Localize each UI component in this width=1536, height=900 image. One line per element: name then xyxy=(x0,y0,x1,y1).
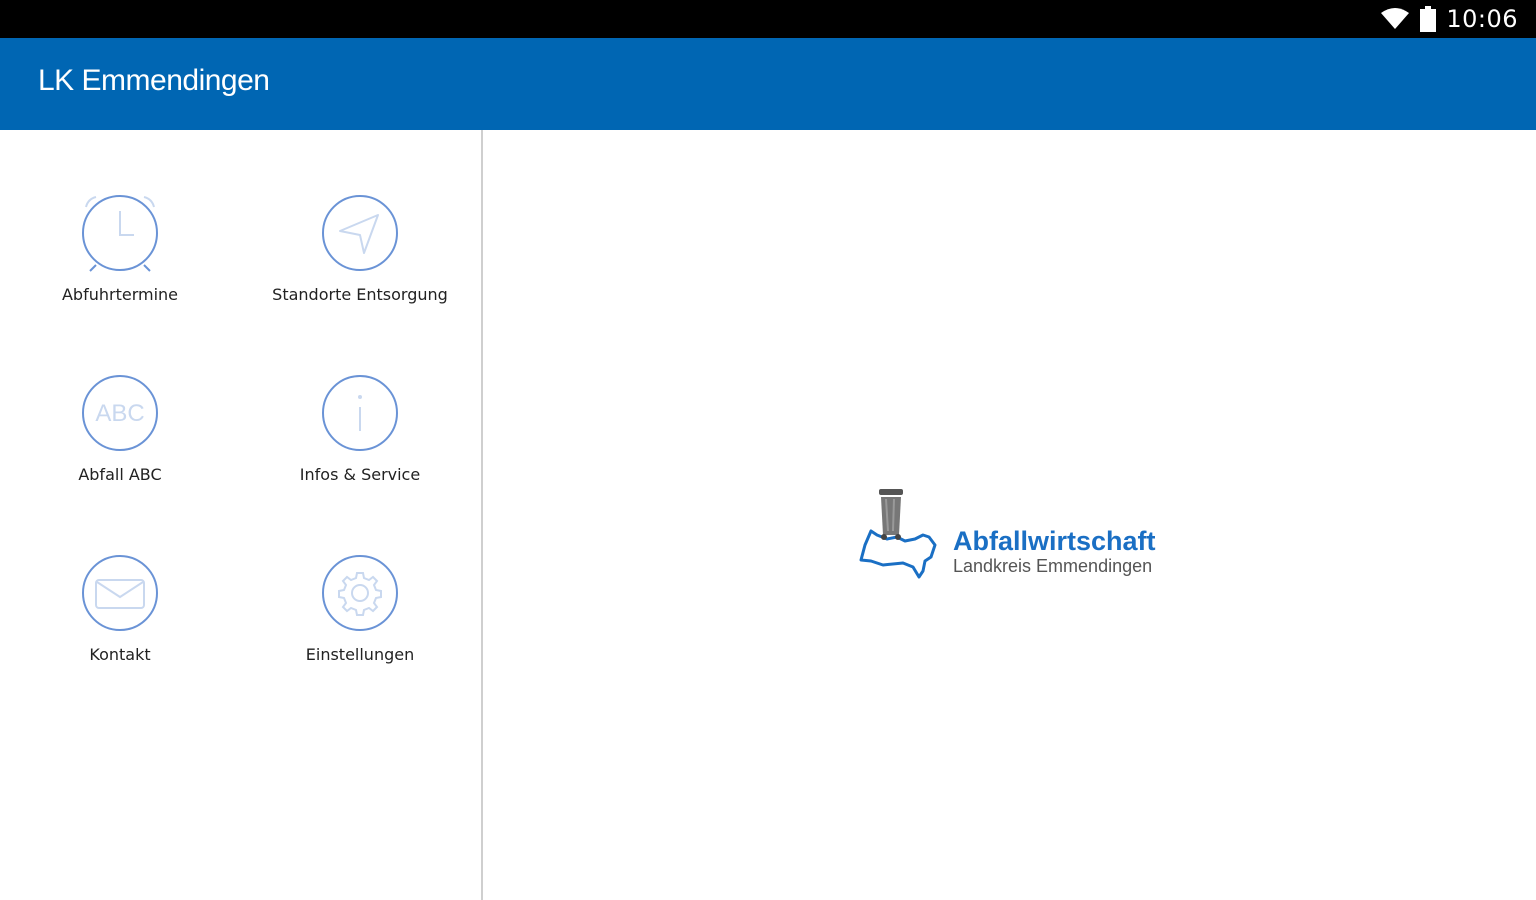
alarm-clock-icon xyxy=(82,195,158,272)
wifi-icon xyxy=(1381,8,1410,29)
menu-item-abfall-abc[interactable]: ABC Abfall ABC xyxy=(0,373,240,543)
menu-item-label: Einstellungen xyxy=(305,645,415,664)
envelope-icon xyxy=(82,555,158,631)
menu-item-label: Infos & Service xyxy=(299,465,421,484)
status-icons: 10:06 xyxy=(1380,0,1518,38)
content-panel: Abfallwirtschaft Landkreis Emmendingen xyxy=(483,130,1536,900)
menu-item-abfuhrtermine[interactable]: Abfuhrtermine xyxy=(0,193,240,363)
info-icon xyxy=(322,375,398,451)
app-title: LK Emmendingen xyxy=(38,64,270,97)
menu-panel: Abfuhrtermine Standorte Entsorgung ABC A… xyxy=(0,130,481,900)
logo-subtitle: Landkreis Emmendingen xyxy=(953,556,1153,576)
abc-icon-text: ABC xyxy=(95,400,144,427)
app-bar: LK Emmendingen xyxy=(0,38,1536,130)
menu-item-standorte-entsorgung[interactable]: Standorte Entsorgung xyxy=(240,193,480,363)
menu-item-label: Abfall ABC xyxy=(78,465,162,484)
menu-item-label: Standorte Entsorgung xyxy=(272,285,448,304)
navigation-arrow-icon xyxy=(322,195,398,271)
menu-item-infos-service[interactable]: Infos & Service xyxy=(240,373,480,543)
status-bar: 10:06 xyxy=(0,0,1536,38)
trash-bin-icon xyxy=(859,489,937,579)
menu-item-einstellungen[interactable]: Einstellungen xyxy=(240,553,480,723)
status-time: 10:06 xyxy=(1446,5,1518,33)
menu-item-label: Abfuhrtermine xyxy=(61,285,179,304)
gear-icon xyxy=(322,555,398,631)
logo-title: Abfallwirtschaft xyxy=(953,526,1156,556)
abfallwirtschaft-logo: Abfallwirtschaft Landkreis Emmendingen xyxy=(853,485,1183,585)
abc-icon: ABC xyxy=(82,375,158,451)
battery-icon xyxy=(1420,6,1437,32)
menu-item-kontakt[interactable]: Kontakt xyxy=(0,553,240,723)
menu-item-label: Kontakt xyxy=(89,645,151,664)
